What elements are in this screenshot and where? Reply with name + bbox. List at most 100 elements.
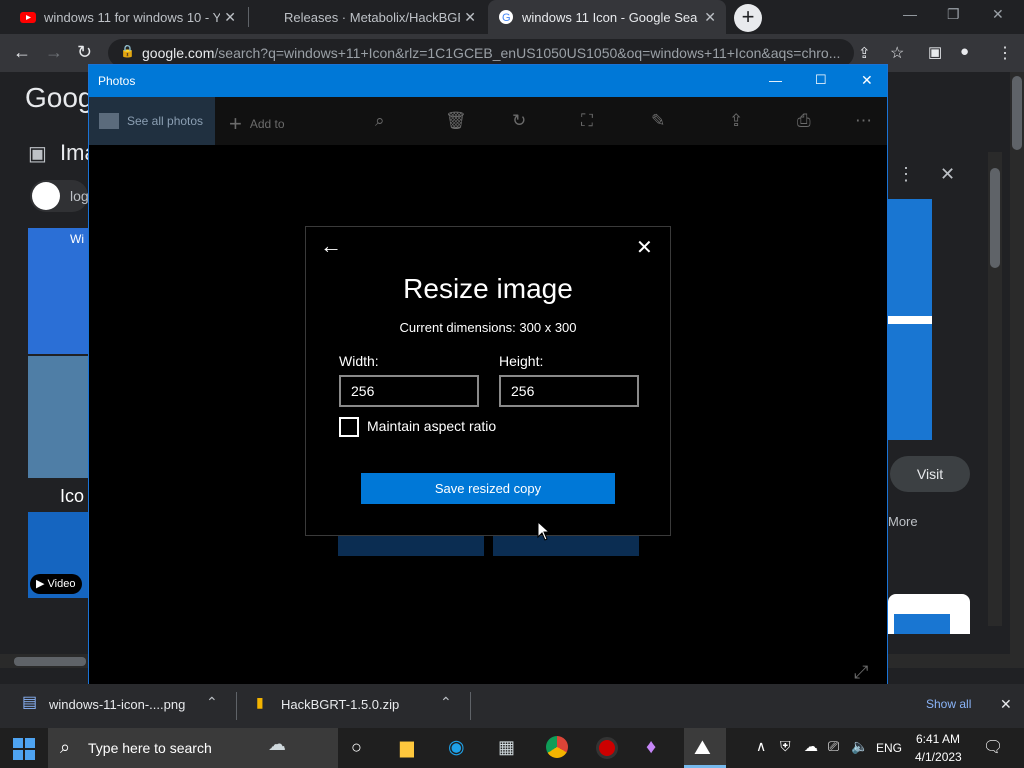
background-button [338, 536, 484, 556]
photos-minimize-icon[interactable]: — [769, 73, 782, 88]
google-logo: Goog [25, 82, 94, 113]
tab-youtube[interactable]: windows 11 for windows 10 - Yo ✕ [10, 0, 246, 34]
back-arrow-icon[interactable]: ← [320, 233, 342, 259]
more-link[interactable]: More [888, 514, 918, 529]
image-result-thumb[interactable] [28, 228, 88, 354]
height-input[interactable] [499, 375, 639, 407]
height-label: Height: [499, 353, 544, 369]
mouse-cursor-icon [537, 521, 551, 541]
profile-icon[interactable]: ● [960, 43, 969, 60]
recorder-icon[interactable] [596, 737, 618, 759]
weather-icon[interactable]: ☁ [268, 734, 286, 755]
new-tab-button[interactable]: + [734, 4, 762, 32]
tab-separator [248, 7, 249, 27]
url-path: /search?q=windows+11+Icon&rlz=1C1GCEB_en… [214, 45, 841, 61]
visit-button[interactable]: Visit [890, 456, 970, 492]
back-icon[interactable]: ← [13, 42, 31, 63]
clock-date[interactable]: 4/1/2023 [915, 750, 962, 764]
edge-icon[interactable]: ◉ [448, 736, 465, 759]
zoom-icon[interactable]: ⌕ [375, 111, 385, 131]
icon-label: Ico [60, 486, 85, 506]
show-all-link[interactable]: Show all [926, 697, 971, 711]
zip-icon: ▮ [256, 694, 264, 710]
maintain-aspect-checkbox[interactable] [339, 417, 359, 437]
close-tab-icon[interactable]: ✕ [224, 9, 236, 26]
share-icon[interactable]: ⇪ [729, 111, 743, 131]
photos-close-icon[interactable]: ✕ [861, 72, 873, 89]
cloud-icon[interactable]: ☁ [804, 738, 818, 755]
crop-icon[interactable]: ⛶ [581, 111, 593, 131]
chevron-up-icon[interactable]: ⌃ [440, 694, 452, 711]
chevron-up-icon[interactable]: ⌃ [206, 694, 218, 711]
clock-time[interactable]: 6:41 AM [916, 732, 960, 746]
more-options-icon[interactable]: ⋯ [855, 111, 872, 131]
side-panel-icon[interactable]: ▣ [928, 43, 942, 61]
delete-icon[interactable]: 🗑 [445, 111, 467, 131]
download-item-png[interactable]: windows-11-icon-....png [49, 697, 185, 712]
forward-icon[interactable]: → [45, 42, 63, 63]
menu-kebab-icon[interactable]: ⋮ [997, 43, 1013, 63]
chip-label: log [70, 188, 89, 204]
panel-scrollbar-thumb[interactable] [990, 168, 1000, 268]
task-view-icon[interactable]: ○ [351, 737, 362, 758]
save-resized-copy-button[interactable]: Save resized copy [361, 473, 615, 504]
share-icon[interactable]: ⇪ [858, 44, 871, 62]
divider [236, 692, 237, 720]
panel-more-icon[interactable]: ⋮ [897, 164, 915, 185]
background-button [493, 536, 639, 556]
photos-title: Photos [98, 74, 136, 88]
file-explorer-icon[interactable]: ▆ [400, 737, 414, 758]
volume-icon[interactable]: 🔈 [851, 738, 868, 755]
chrome-icon[interactable] [546, 736, 568, 758]
expand-icon[interactable]: ⤢ [854, 662, 868, 683]
language-indicator[interactable]: ENG [876, 741, 902, 755]
photos-titlebar: Photos — ☐ ✕ [89, 65, 887, 97]
video-badge: ▶ Video [30, 574, 82, 594]
taskbar-search-box[interactable]: ⌕ Type here to search [48, 728, 338, 768]
page-scrollbar[interactable] [1010, 72, 1024, 668]
rotate-icon[interactable]: ↻ [512, 111, 526, 131]
notifications-icon[interactable]: 🗨 [983, 737, 1003, 757]
address-bar[interactable]: 🔒 google.com /search?q=windows+11+Icon&r… [108, 39, 854, 67]
minimize-icon[interactable]: — [903, 6, 917, 22]
close-window-icon[interactable]: ✕ [992, 6, 1004, 23]
photos-app-icon: ⛰ [694, 737, 711, 759]
network-icon[interactable]: ⎚ [828, 738, 839, 755]
security-icon[interactable]: ⛨ [780, 738, 791, 755]
tab-title: windows 11 Icon - Google Search [522, 9, 698, 25]
edit-icon[interactable]: ✎ [651, 111, 665, 131]
windows-start-icon[interactable] [13, 738, 35, 760]
print-icon[interactable]: ⎙ [797, 111, 811, 131]
restore-icon[interactable]: ❐ [947, 6, 960, 23]
page-scrollbar-thumb[interactable] [1012, 76, 1022, 150]
github-icon [260, 9, 276, 25]
reload-icon[interactable]: ↻ [77, 42, 92, 63]
paint-icon[interactable]: ♦ [646, 736, 656, 759]
search-placeholder: Type here to search [88, 740, 212, 756]
video-label: Video [47, 578, 76, 590]
photos-maximize-icon[interactable]: ☐ [815, 72, 827, 88]
bookmark-star-icon[interactable]: ☆ [890, 43, 904, 63]
horizontal-scrollbar-thumb[interactable] [14, 657, 86, 666]
thumb-label: Wi [70, 232, 84, 246]
dialog-close-icon[interactable]: ✕ [636, 235, 653, 260]
downloads-bar: ▤ windows-11-icon-....png ⌃ ▮ HackBGRT-1… [0, 684, 1024, 728]
panel-close-icon[interactable]: ✕ [940, 164, 955, 185]
width-input[interactable] [339, 375, 479, 407]
close-tab-icon[interactable]: ✕ [464, 9, 476, 26]
close-downloads-icon[interactable]: ✕ [1000, 696, 1012, 713]
svg-text:G: G [502, 12, 511, 24]
dialog-title: Resize image [403, 273, 573, 304]
image-result-thumb[interactable] [28, 356, 88, 478]
tray-chevron-icon[interactable]: ∧ [756, 738, 766, 755]
maintain-aspect-label: Maintain aspect ratio [367, 418, 497, 434]
tab-google-search[interactable]: G windows 11 Icon - Google Search ✕ [488, 0, 726, 34]
tab-github[interactable]: Releases · Metabolix/HackBGRT ✕ [250, 0, 486, 34]
see-all-label: See all photos [127, 114, 204, 128]
close-tab-icon[interactable]: ✕ [704, 9, 716, 26]
tab-strip: windows 11 for windows 10 - Yo ✕ Release… [0, 0, 1024, 34]
add-to-button[interactable]: + Add to [229, 111, 285, 137]
download-item-zip[interactable]: HackBGRT-1.5.0.zip [281, 697, 399, 712]
see-all-photos-button[interactable]: See all photos [89, 97, 215, 145]
store-icon[interactable]: ▦ [498, 737, 515, 758]
